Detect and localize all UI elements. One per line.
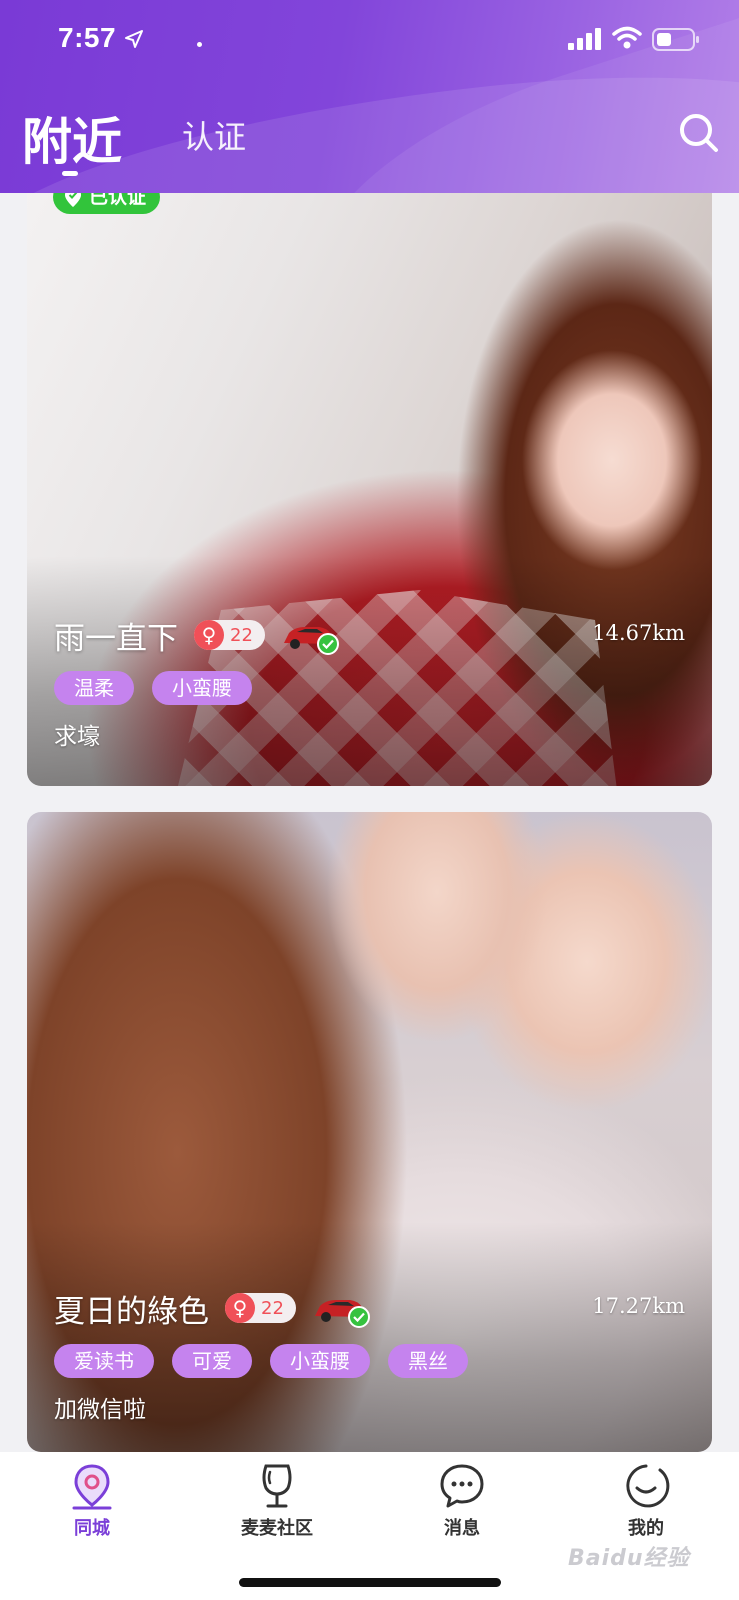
tab-verified[interactable]: 认证 xyxy=(182,112,246,158)
location-arrow-icon xyxy=(125,30,143,48)
status-dot xyxy=(197,42,202,47)
tab-messages[interactable]: 消息 xyxy=(397,1462,527,1552)
profile-name: 夏日的綠色 xyxy=(54,1293,209,1330)
tag-list: 温柔 小蛮腰 xyxy=(54,671,685,705)
profile-bio: 求壕 xyxy=(54,724,100,750)
tab-label: 麦麦社区 xyxy=(241,1518,313,1539)
profile-name: 雨一直下 xyxy=(54,620,178,657)
tag: 黑丝 xyxy=(388,1344,468,1378)
status-bar: 7:57 xyxy=(0,0,739,80)
watermark: Baidu经验 xyxy=(568,1546,690,1571)
tab-community[interactable]: 麦麦社区 xyxy=(212,1462,342,1552)
tag-list: 爱读书 可爱 小蛮腰 黑丝 xyxy=(54,1344,685,1378)
tag: 爱读书 xyxy=(54,1344,154,1378)
tab-profile[interactable]: 我的 xyxy=(581,1462,711,1552)
profile-info: 夏日的綠色 ♀ 22 17.27km 爱读书 可爱 小蛮腰 黑丝 加微信啦 xyxy=(54,1286,685,1424)
car-verified-check-icon xyxy=(316,633,339,655)
name-row: 雨一直下 ♀ 22 xyxy=(54,613,685,657)
home-indicator[interactable] xyxy=(239,1578,501,1587)
age-gender-chip: ♀ 22 xyxy=(194,620,265,650)
tab-label: 同城 xyxy=(74,1518,110,1539)
tab-nearby[interactable]: 附近 xyxy=(22,102,122,174)
profile-card[interactable]: 已认证 雨一直下 ♀ 22 14.67km 温柔 小蛮腰 求壕 xyxy=(27,170,712,786)
tag: 温柔 xyxy=(54,671,134,705)
car-badge-icon xyxy=(281,617,339,655)
wifi-icon xyxy=(612,26,642,49)
profile-info: 雨一直下 ♀ 22 14.67km 温柔 小蛮腰 求壕 xyxy=(54,613,685,751)
profile-card[interactable]: 夏日的綠色 ♀ 22 17.27km 爱读书 可爱 小蛮腰 黑丝 加微信啦 xyxy=(27,812,712,1452)
distance: 17.27km xyxy=(592,1294,685,1318)
profile-bio: 加微信啦 xyxy=(54,1397,146,1423)
tag: 小蛮腰 xyxy=(270,1344,370,1378)
car-verified-check-icon xyxy=(347,1306,370,1328)
female-icon: ♀ xyxy=(225,1293,255,1323)
location-pin-icon xyxy=(72,1464,112,1510)
search-icon[interactable] xyxy=(678,112,720,154)
age-value: 22 xyxy=(230,624,253,646)
smiley-face-icon xyxy=(626,1464,670,1508)
wine-glass-icon xyxy=(262,1464,292,1508)
tab-local-city[interactable]: 同城 xyxy=(27,1462,157,1552)
name-row: 夏日的綠色 ♀ 22 xyxy=(54,1286,685,1330)
tag: 可爱 xyxy=(172,1344,252,1378)
cellular-signal-icon xyxy=(568,28,601,50)
age-gender-chip: ♀ 22 xyxy=(225,1293,296,1323)
active-tab-indicator xyxy=(62,171,78,176)
chat-bubble-icon xyxy=(440,1464,484,1508)
female-icon: ♀ xyxy=(194,620,224,650)
tag: 小蛮腰 xyxy=(152,671,252,705)
tab-label: 我的 xyxy=(628,1518,664,1539)
distance: 14.67km xyxy=(592,621,685,645)
age-value: 22 xyxy=(261,1297,284,1319)
top-header: 7:57 附近 认证 xyxy=(0,0,739,193)
battery-icon xyxy=(652,28,699,51)
car-badge-icon xyxy=(312,1290,370,1328)
tab-label: 消息 xyxy=(444,1518,480,1539)
status-time: 7:57 xyxy=(58,22,117,53)
